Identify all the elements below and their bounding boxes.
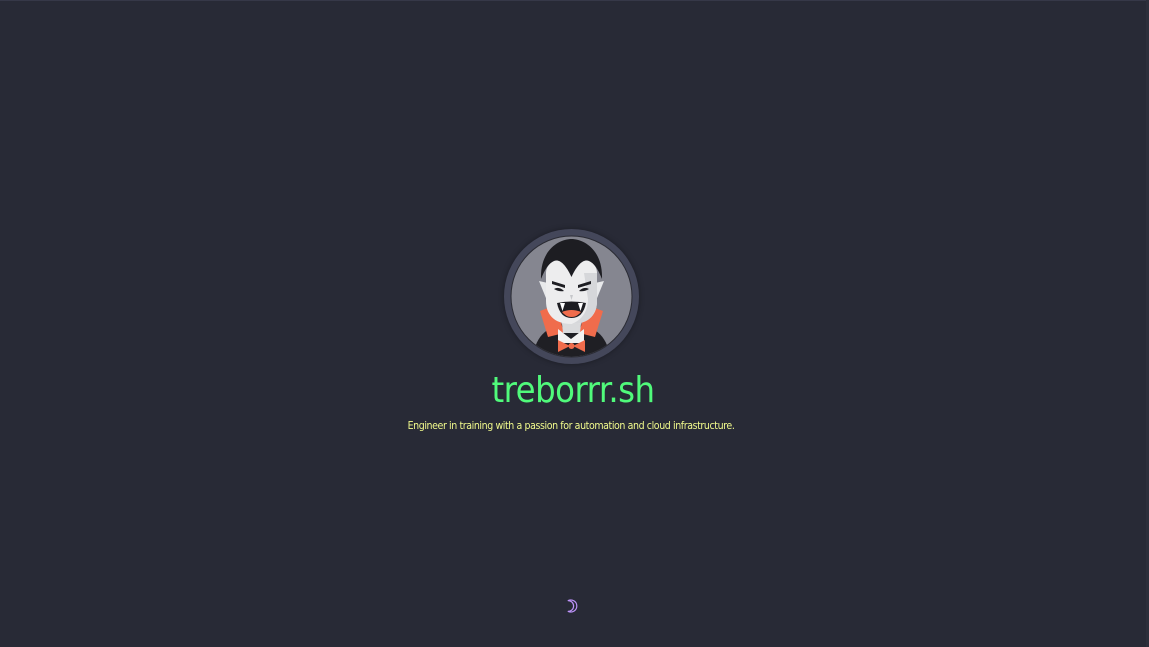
theme-toggle-button[interactable] <box>560 596 580 616</box>
avatar <box>504 229 639 364</box>
tagline: Engineer in training with a passion for … <box>407 420 735 432</box>
moon-icon <box>567 599 578 613</box>
window-top-border <box>0 0 1149 1</box>
vampire-avatar-icon <box>510 235 633 358</box>
site-title: treborrr.sh <box>491 370 655 411</box>
